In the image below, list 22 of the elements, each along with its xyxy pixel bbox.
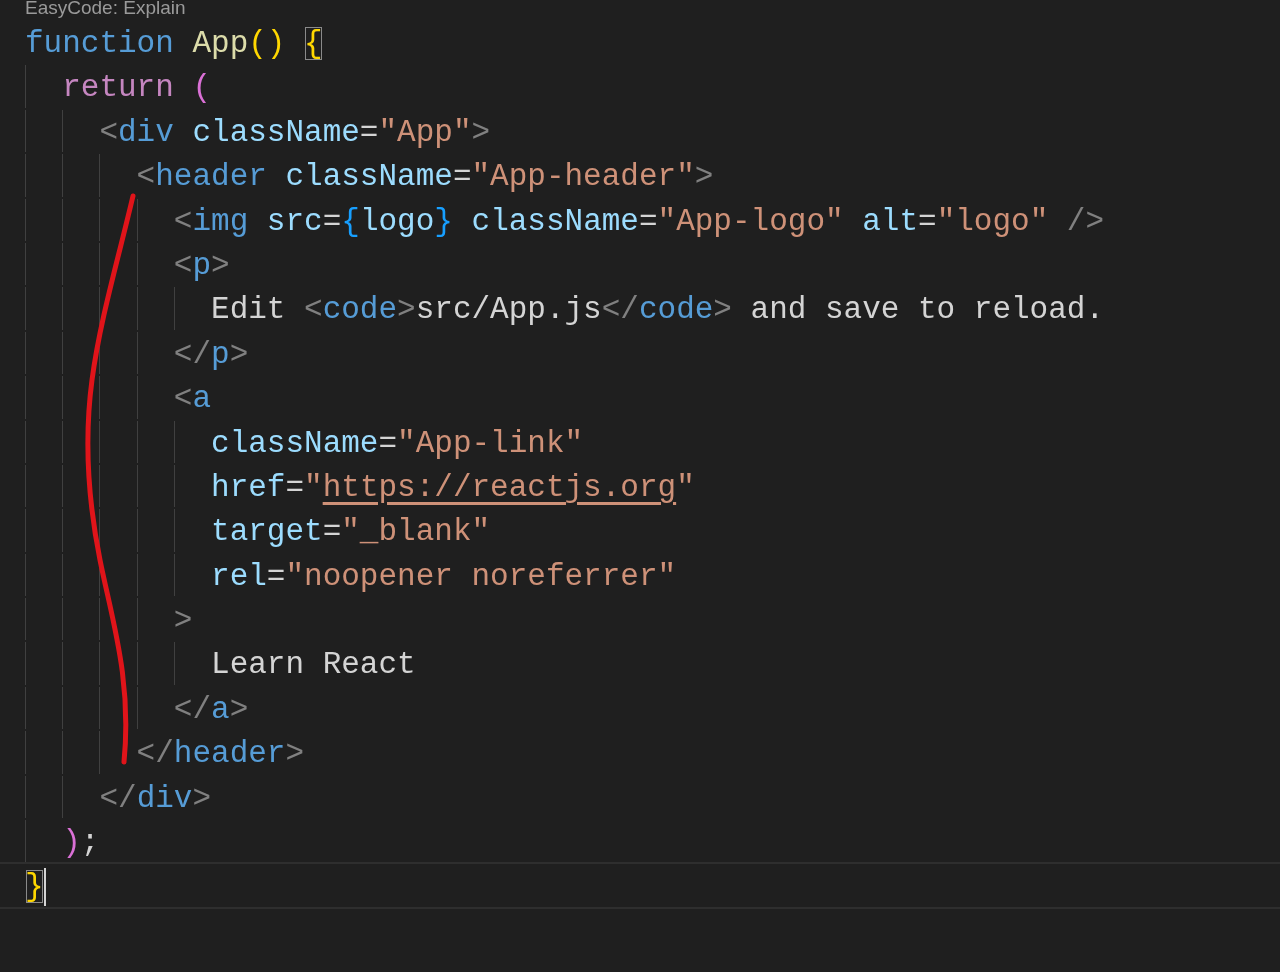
text-cursor [43,868,46,907]
code-line: > [172,602,193,641]
code-line: ); [61,824,100,863]
code-line: Learn React [210,646,416,685]
code-line: </a> [172,690,249,729]
code-line: } [25,868,44,907]
codelens-link[interactable]: EasyCode: Explain [25,0,186,16]
code-line: className="App-link" [210,424,584,463]
code-line: </p> [172,335,249,374]
code-line: Edit <code>src/App.js</code> and save to reload. [210,291,1105,330]
code-line: rel="noopener noreferrer" [210,557,677,596]
code-line: return ( [61,69,212,108]
code-line: href="https://reactjs.org" [210,468,695,507]
code-line: <p> [172,246,230,285]
code-line: </header> [135,735,305,774]
code-line: <a [172,380,212,419]
code-line: target="_blank" [210,513,491,552]
code-line: <div className="App"> [98,113,491,152]
code-line: function App() { [25,25,323,63]
code-line: <img src={logo} className="App-logo" alt="logo" /> [172,202,1105,241]
code-line: </div> [98,779,212,818]
code-line: <header className="App-header"> [135,158,714,197]
